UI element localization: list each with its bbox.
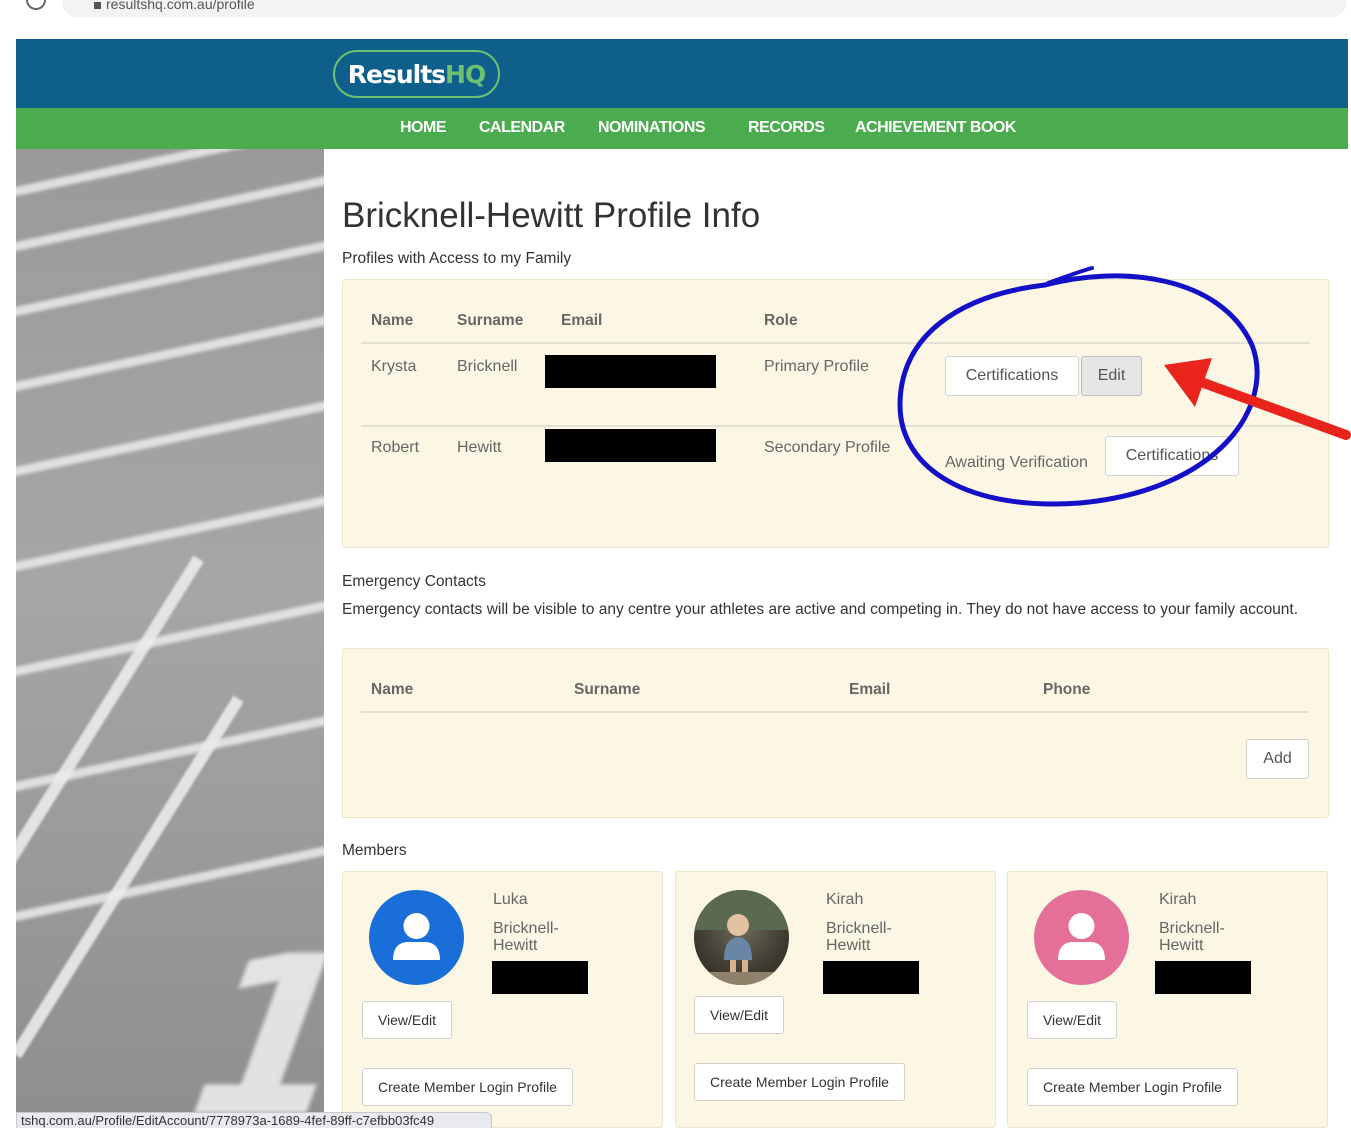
member-first-name: Kirah (1159, 891, 1197, 908)
edit-button[interactable]: Edit (1081, 356, 1142, 396)
emergency-description: Emergency contacts will be visible to an… (342, 601, 1299, 618)
emergency-table-panel: Name Surname Email Phone Add (342, 648, 1329, 818)
row-surname: Hewitt (457, 439, 502, 456)
member-photo (694, 890, 789, 985)
member-last-name: Bricknell-Hewitt (1159, 920, 1225, 954)
create-login-button[interactable]: Create Member Login Profile (1027, 1068, 1238, 1106)
row-role: Primary Profile (764, 358, 869, 375)
reload-icon[interactable] (26, 0, 46, 10)
row-surname: Bricknell (457, 358, 518, 375)
redacted-email (545, 429, 716, 462)
row-name: Robert (371, 439, 420, 456)
certifications-button[interactable]: Certifications (1105, 436, 1239, 476)
col-role: Role (764, 312, 798, 329)
url-text[interactable]: resultshq.com.au/profile (106, 0, 255, 12)
view-edit-button[interactable]: View/Edit (1027, 1001, 1117, 1039)
nav-calendar[interactable]: CALENDAR (479, 119, 565, 137)
row-role: Secondary Profile (764, 439, 891, 456)
view-edit-button[interactable]: View/Edit (694, 996, 784, 1034)
running-track-image: 1 (16, 149, 324, 1128)
lock-icon (94, 2, 101, 9)
col-phone: Phone (1043, 681, 1091, 698)
access-section-label: Profiles with Access to my Family (342, 250, 572, 267)
browser-address-bar: resultshq.com.au/profile (0, 0, 1351, 18)
member-card: Kirah Bricknell-Hewitt View/Edit Create … (1007, 871, 1328, 1128)
redacted-detail (823, 961, 919, 994)
browser-status-bar: tshq.com.au/Profile/EditAccount/7778973a… (16, 1112, 492, 1128)
verification-status: Awaiting Verification (945, 454, 1088, 471)
col-surname: Surname (574, 681, 641, 698)
page-title: Bricknell-Hewitt Profile Info (342, 196, 761, 235)
logo-text-hq: HQ (445, 59, 486, 89)
member-card: Kirah Bricknell-Hewitt View/Edit Create … (675, 871, 996, 1128)
redacted-detail (1155, 961, 1251, 994)
main-nav: HOME CALENDAR NOMINATIONS RECORDS ACHIEV… (16, 108, 1348, 149)
resultshq-logo[interactable]: Results HQ (333, 50, 500, 98)
person-icon (369, 890, 464, 985)
view-edit-button[interactable]: View/Edit (362, 1001, 452, 1039)
nav-nominations[interactable]: NOMINATIONS (598, 119, 706, 137)
nav-records[interactable]: RECORDS (748, 119, 825, 137)
nav-home[interactable]: HOME (400, 119, 447, 137)
member-first-name: Kirah (826, 891, 864, 908)
row-name: Krysta (371, 358, 417, 375)
col-name: Name (371, 312, 414, 329)
track-lane-number: 1 (149, 909, 324, 1128)
member-last-name: Bricknell-Hewitt (493, 920, 559, 954)
add-contact-button[interactable]: Add (1246, 739, 1309, 779)
redacted-email (545, 355, 716, 388)
certifications-button[interactable]: Certifications (945, 356, 1079, 396)
site-header: Results HQ (16, 39, 1348, 108)
person-icon (1034, 890, 1129, 985)
member-last-name: Bricknell-Hewitt (826, 920, 892, 954)
col-email: Email (849, 681, 891, 698)
col-email: Email (561, 312, 603, 329)
create-login-button[interactable]: Create Member Login Profile (694, 1063, 905, 1101)
redacted-detail (492, 961, 588, 994)
create-login-button[interactable]: Create Member Login Profile (362, 1068, 573, 1106)
col-name: Name (371, 681, 414, 698)
nav-achievement-book[interactable]: ACHIEVEMENT BOOK (855, 119, 1016, 137)
member-card: Luka Bricknell-Hewitt View/Edit Create M… (342, 871, 663, 1128)
access-table-panel: Name Surname Email Role Krysta Bricknell… (342, 279, 1329, 548)
col-surname: Surname (457, 312, 524, 329)
emergency-section-label: Emergency Contacts (342, 573, 486, 590)
logo-text-results: Results (347, 59, 446, 89)
members-section-label: Members (342, 842, 407, 859)
member-first-name: Luka (493, 891, 528, 908)
